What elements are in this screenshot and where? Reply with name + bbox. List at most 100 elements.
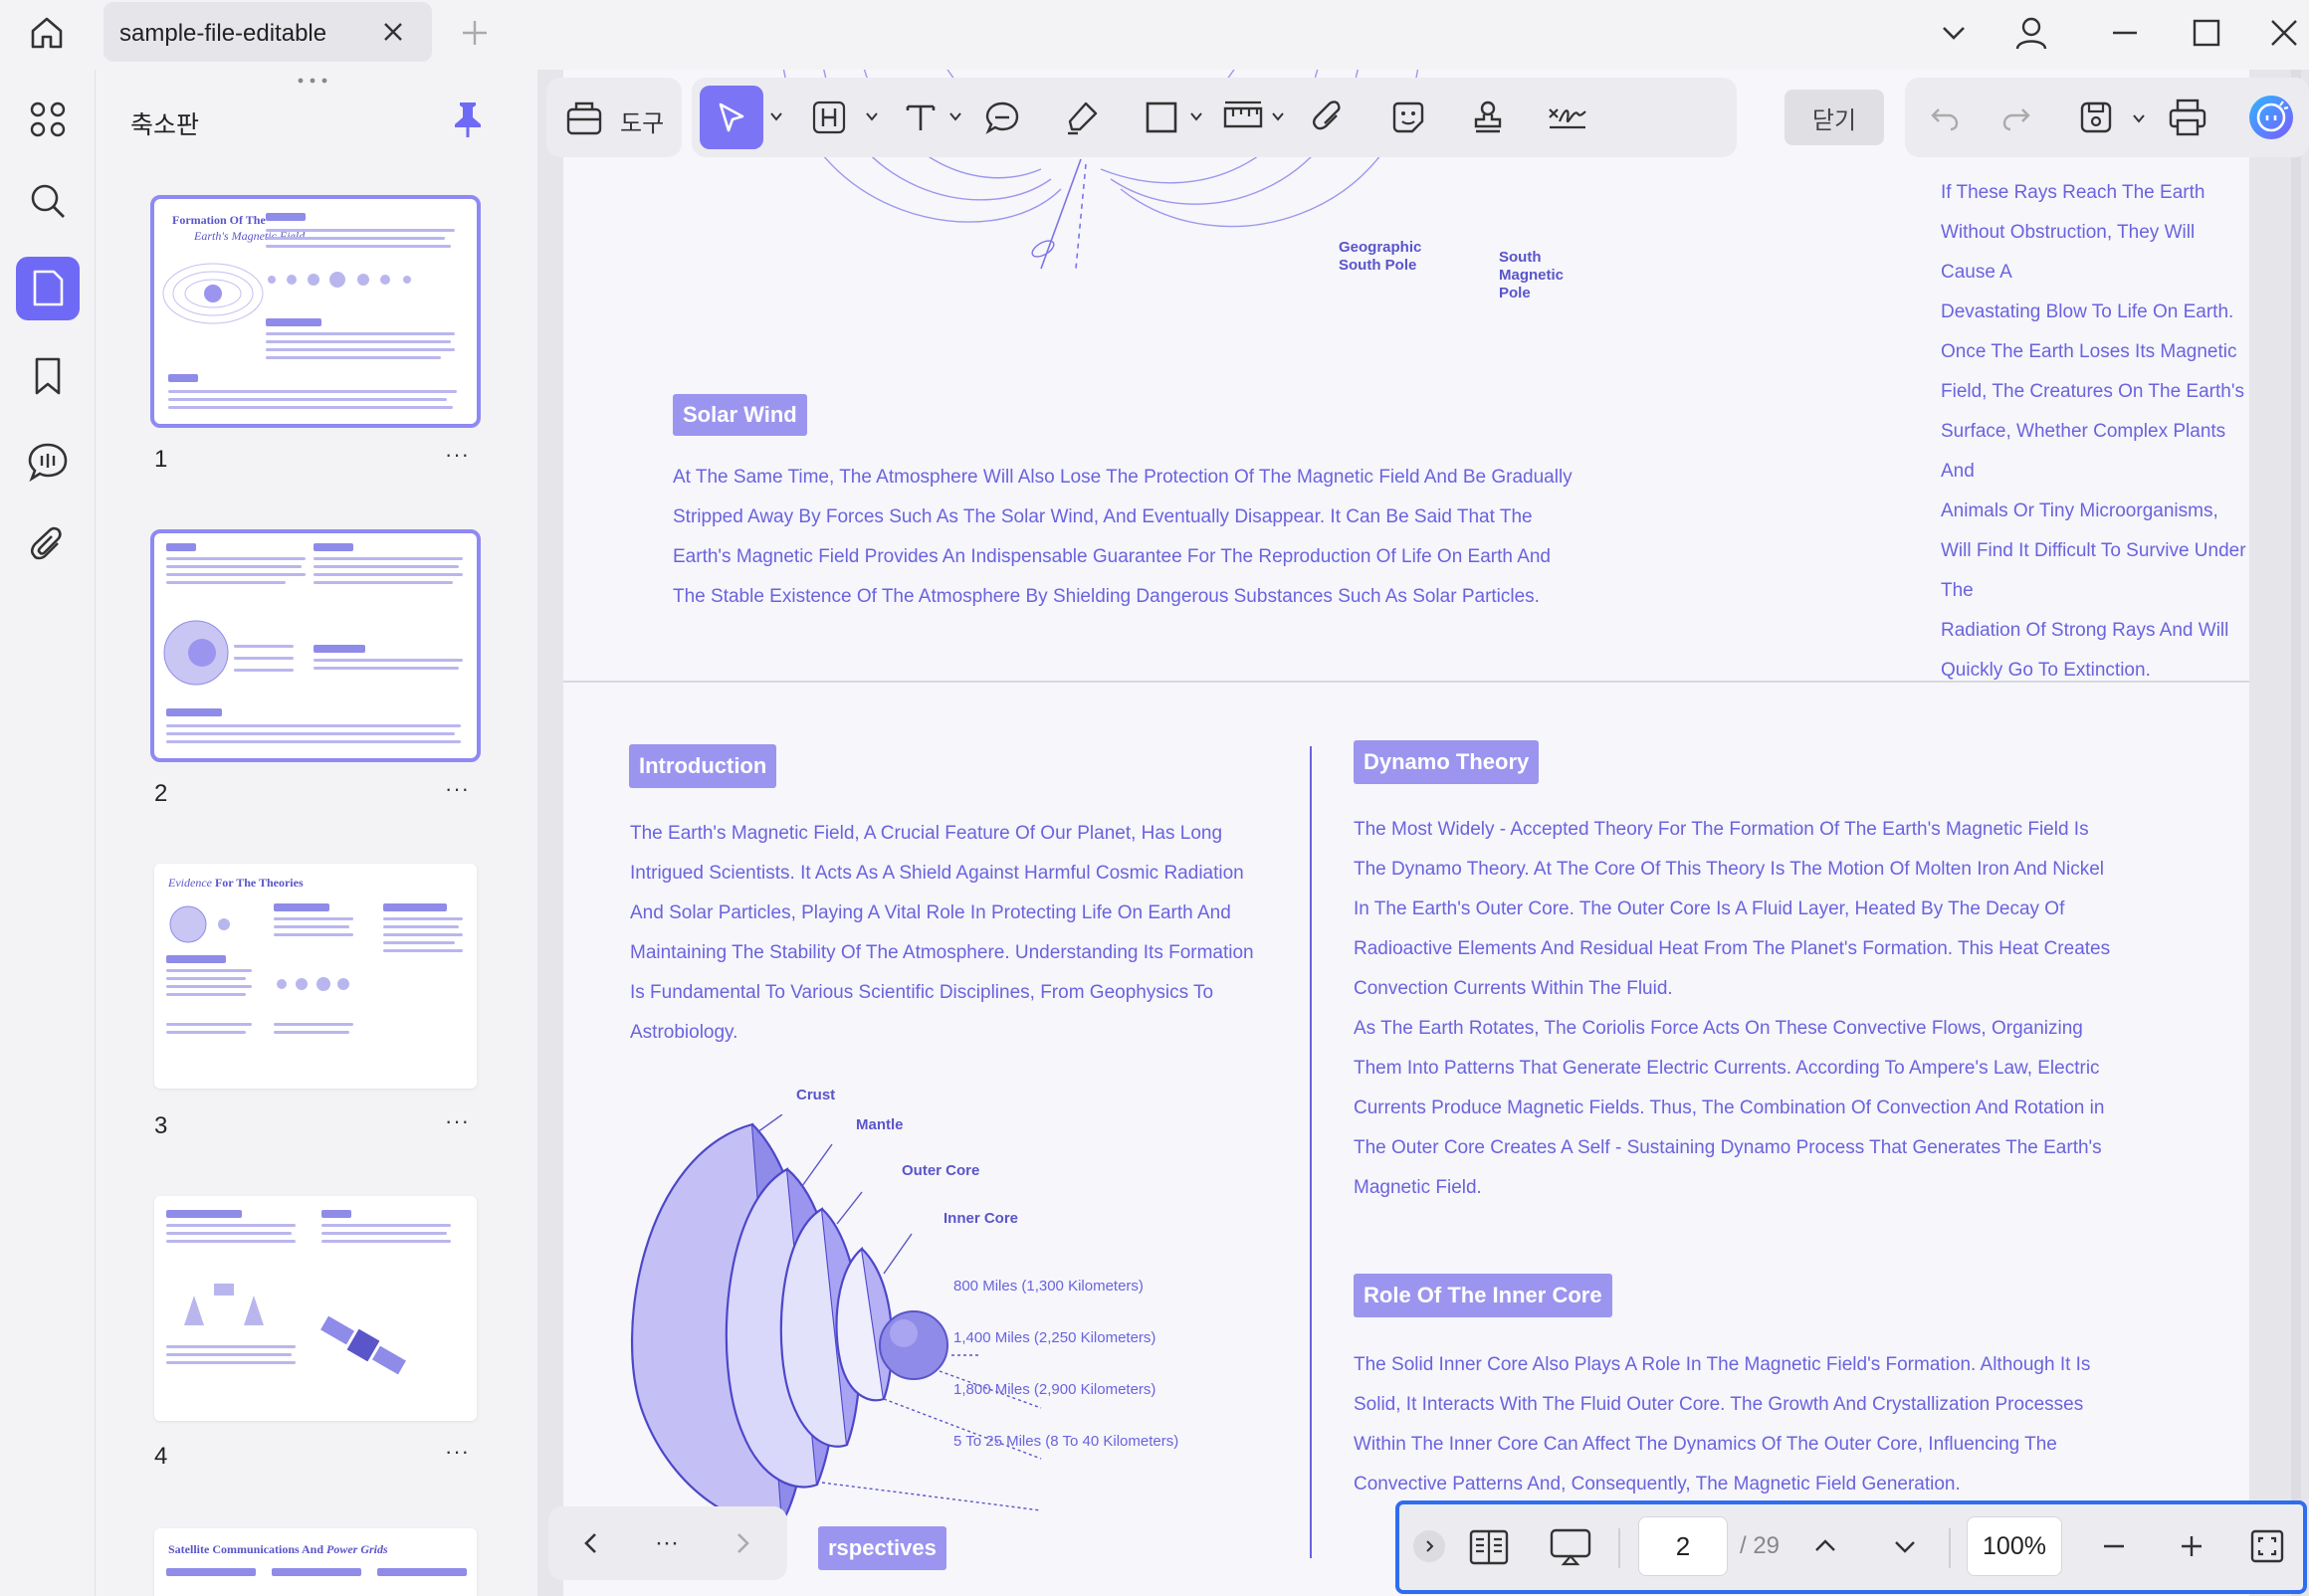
close-window-icon[interactable]: [2259, 8, 2309, 58]
zoom-level[interactable]: 100%: [1967, 1516, 2062, 1576]
solar-wind-paragraph: At The Same Time, The Atmosphere Will Al…: [673, 458, 1573, 617]
save-icon[interactable]: [2068, 90, 2124, 145]
stamp-tool-icon[interactable]: [1460, 90, 1516, 145]
text-tool-icon[interactable]: [893, 90, 948, 145]
south-magnetic-pole-label: South Magnetic Pole: [1499, 249, 1565, 301]
text-line: And Solar Particles, Playing A Vital Rol…: [630, 902, 1231, 923]
distance-label-inner: 800 Miles (1,300 Kilometers): [953, 1278, 1144, 1295]
scrollbar[interactable]: [2291, 70, 2301, 1596]
collapse-icon[interactable]: [1413, 1530, 1445, 1562]
chevron-up-icon[interactable]: [1803, 1524, 1847, 1568]
redo-icon[interactable]: [1989, 90, 2044, 145]
close-tab-icon[interactable]: [368, 7, 418, 57]
more-options-button[interactable]: ···: [644, 1520, 690, 1566]
divider: [1618, 1528, 1620, 1568]
page-nav-right: 2 / 29 100%: [1395, 1500, 2307, 1594]
text-line: The Outer Core Creates A Self - Sustaini…: [1354, 1137, 2102, 1158]
introduction-heading: Introduction: [629, 744, 777, 788]
text-line: The Dynamo Theory. At The Core Of This T…: [1354, 859, 2105, 880]
thumbnail-title-a: Formation Of The: [172, 213, 266, 227]
close-toolbar-button[interactable]: 닫기: [1784, 90, 1884, 145]
thumbnail-satellite: [320, 1315, 406, 1375]
distance-label-crust: 5 To 25 Miles (8 To 40 Kilometers): [953, 1433, 1179, 1450]
text-line: The Most Widely - Accepted Theory For Th…: [1354, 819, 2089, 840]
annotation-toolbar: 도구 닫기: [546, 78, 1884, 157]
bookmark-icon[interactable]: [16, 344, 80, 408]
drag-handle[interactable]: [296, 78, 329, 84]
rectangle-tool-icon[interactable]: [1134, 90, 1189, 145]
thumbnail-more-button[interactable]: ···: [445, 442, 470, 468]
zoom-out-icon[interactable]: [2092, 1524, 2136, 1568]
thumbnail-more-button[interactable]: ···: [445, 776, 470, 802]
text-line: Stripped Away By Forces Such As The Sola…: [673, 506, 1533, 527]
divider: [1949, 1528, 1951, 1568]
chevron-down-icon[interactable]: [948, 109, 962, 123]
thumbnail-page-number: 4: [154, 1443, 168, 1470]
signature-tool-icon[interactable]: [1540, 90, 1595, 145]
chevron-down-icon[interactable]: [1189, 109, 1203, 123]
grid-view-icon[interactable]: [16, 88, 80, 151]
search-icon[interactable]: [16, 169, 80, 233]
presentation-icon[interactable]: [1541, 1520, 1600, 1574]
thumbnail-more-button[interactable]: ···: [445, 1439, 470, 1465]
thumbnail-field-lines: [162, 263, 264, 324]
document-tab[interactable]: sample-file-editable: [104, 2, 432, 62]
document-viewer[interactable]: Geographic South Pole South Magnetic Pol…: [537, 70, 2309, 1596]
text-line: Convection Currents Within The Fluid.: [1354, 978, 1673, 999]
page-thumbnail-4[interactable]: [154, 1196, 477, 1421]
ai-assistant-icon[interactable]: [2241, 90, 2301, 145]
attachment-icon[interactable]: [16, 513, 80, 577]
new-tab-icon[interactable]: [450, 8, 500, 58]
chevron-down-icon[interactable]: [2132, 111, 2146, 125]
chevron-down-icon[interactable]: [1271, 109, 1285, 123]
sticker-tool-icon[interactable]: [1380, 90, 1436, 145]
text-line: Devastating Blow To Life On Earth. Once …: [1941, 301, 2237, 362]
zoom-in-icon[interactable]: [2170, 1524, 2213, 1568]
thumbnail-title-b: Power Grids: [326, 1542, 388, 1556]
chevron-down-icon[interactable]: [769, 109, 783, 123]
outer-core-label: Outer Core: [902, 1162, 980, 1179]
panel-title: 축소판: [130, 111, 200, 139]
page-layout-icon[interactable]: [1459, 1520, 1519, 1574]
distance-label-outer: 1,400 Miles (2,250 Kilometers): [953, 1329, 1156, 1346]
pin-icon[interactable]: [451, 100, 485, 139]
comments-icon[interactable]: [16, 430, 80, 494]
next-page-icon[interactable]: [720, 1520, 765, 1566]
current-page-input[interactable]: 2: [1638, 1516, 1728, 1576]
tools-menu[interactable]: 도구: [546, 78, 682, 157]
select-tool[interactable]: [700, 86, 763, 149]
thumbnail-panel: 축소판 Formation Of The Earth's Magnetic Fi…: [97, 70, 534, 1596]
undo-icon[interactable]: [1917, 90, 1973, 145]
chevron-down-icon[interactable]: [1883, 1524, 1927, 1568]
chevron-down-icon[interactable]: [865, 109, 879, 123]
previous-page-icon[interactable]: [568, 1520, 614, 1566]
introduction-paragraph: The Earth's Magnetic Field, A Crucial Fe…: [630, 814, 1254, 1053]
text-line: Maintaining The Stability Of The Atmosph…: [630, 942, 1254, 963]
page-thumbnail-1[interactable]: Formation Of The Earth's Magnetic Field: [150, 195, 481, 428]
measure-tool-icon[interactable]: [1215, 90, 1271, 145]
mantle-label: Mantle: [856, 1116, 904, 1133]
thumbnail-page-number: 1: [154, 446, 168, 473]
print-icon[interactable]: [2160, 90, 2215, 145]
highlighter-tool-icon[interactable]: [1054, 90, 1110, 145]
heading-tool-icon[interactable]: [801, 90, 857, 145]
maximize-icon[interactable]: [2182, 8, 2231, 58]
thumbnail-earth: [163, 620, 229, 686]
text-line: Intrigued Scientists. It Acts As A Shiel…: [630, 863, 1244, 884]
user-icon[interactable]: [2006, 8, 2056, 58]
thumbnails-icon[interactable]: [16, 257, 80, 320]
page-thumbnail-2[interactable]: [150, 529, 481, 762]
text-line: The Earth's Magnetic Field, A Crucial Fe…: [630, 823, 1223, 844]
chevron-down-icon[interactable]: [1929, 8, 1979, 58]
page-thumbnail-5[interactable]: Satellite Communications And Power Grids: [154, 1528, 477, 1596]
solar-wind-heading: Solar Wind: [673, 394, 807, 436]
attach-file-tool-icon[interactable]: [1301, 90, 1357, 145]
thumbnail-page-number: 3: [154, 1112, 168, 1139]
perspectives-heading: rspectives: [818, 1526, 946, 1570]
home-icon[interactable]: [22, 8, 72, 58]
fit-page-icon[interactable]: [2243, 1522, 2291, 1570]
page-thumbnail-3[interactable]: Evidence For The Theories: [154, 864, 477, 1089]
comment-tool-icon[interactable]: [974, 90, 1030, 145]
thumbnail-more-button[interactable]: ···: [445, 1108, 470, 1134]
minimize-icon[interactable]: [2100, 8, 2150, 58]
